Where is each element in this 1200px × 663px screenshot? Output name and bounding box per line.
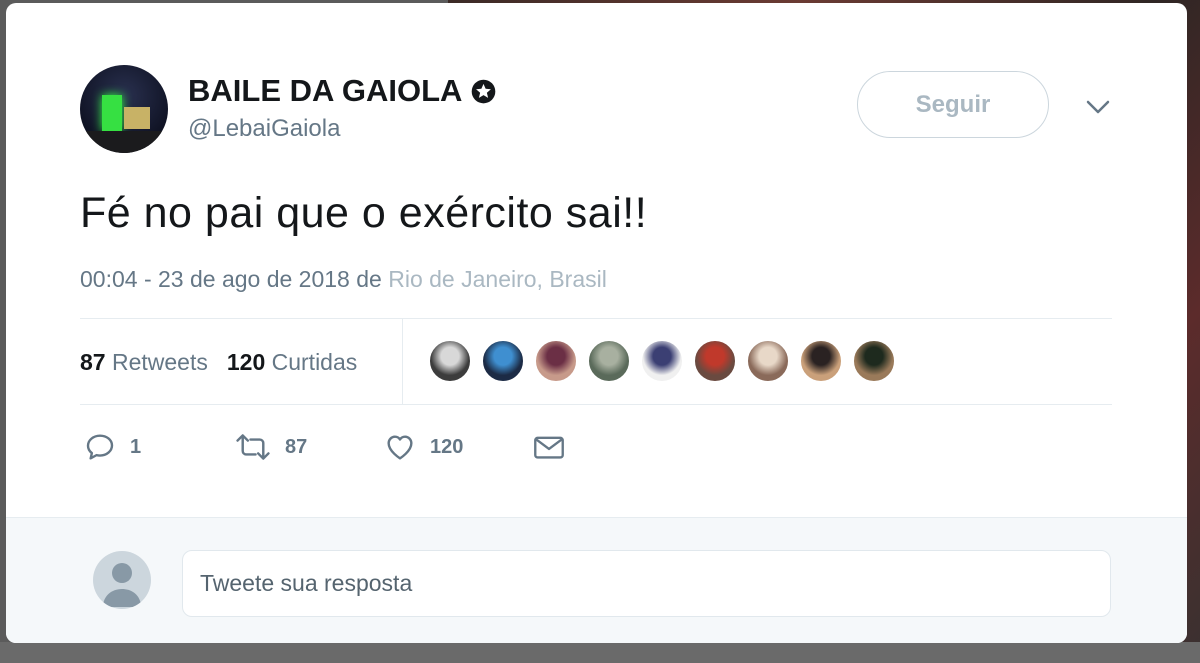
tweet-card: BAILE DA GAIOLA @LebaiGaiola Seguir Fé n… [6,3,1187,643]
avatar-tower-shape [102,95,122,131]
reply-action[interactable]: 1 [84,431,141,463]
author-name[interactable]: BAILE DA GAIOLA [188,73,462,109]
heart-icon [387,435,413,460]
liker-avatar[interactable] [534,339,578,383]
retweet-icon [236,434,270,460]
stats-vertical-divider [402,318,403,404]
author-handle[interactable]: @LebaiGaiola [188,115,340,143]
liker-avatar[interactable] [587,339,631,383]
reply-icon [86,434,114,460]
like-action[interactable]: 120 [384,431,463,463]
retweets-label: Retweets [111,349,208,375]
author-avatar[interactable] [80,65,168,153]
follow-button[interactable]: Seguir [857,71,1049,138]
liker-avatar[interactable] [640,339,684,383]
default-user-icon [103,563,141,607]
author-name-row[interactable]: BAILE DA GAIOLA [188,73,497,109]
avatar-building-shape [124,107,150,129]
liker-avatar[interactable] [428,339,472,383]
liker-avatar[interactable] [481,339,525,383]
tweet-text: Fé no pai que o exército sai!! [80,189,648,237]
user-avatar[interactable] [93,551,151,609]
reply-input[interactable] [182,550,1111,617]
liker-avatar[interactable] [852,339,896,383]
verified-badge-icon [470,78,497,105]
chevron-down-icon[interactable] [1084,97,1112,117]
likes-stat[interactable]: 120 Curtidas [227,349,357,376]
likes-label: Curtidas [271,349,358,375]
retweets-count: 87 [80,349,106,375]
tweet-stats: 87 Retweets 120 Curtidas [80,349,357,376]
retweet-count: 87 [285,435,308,458]
reply-composer [6,517,1187,643]
retweets-stat[interactable]: 87 Retweets [80,349,208,376]
direct-message-action[interactable] [532,431,566,463]
divider-top [80,318,1112,319]
tweet-from-word: de [356,266,382,292]
tweet-metadata: 00:04 - 23 de ago de 2018 de Rio de Jane… [80,266,607,293]
liker-avatar[interactable] [693,339,737,383]
liker-avatar[interactable] [799,339,843,383]
retweet-action[interactable]: 87 [235,431,307,463]
reply-count: 1 [130,435,142,458]
like-count: 120 [430,435,464,458]
avatar-ground-shape [80,131,168,153]
likes-count: 120 [226,349,266,375]
background-bottom [0,642,1200,663]
tweet-location[interactable]: Rio de Janeiro, Brasil [388,266,607,292]
liker-avatars [428,339,896,383]
mail-icon [534,436,564,459]
divider-bottom [80,404,1112,405]
tweet-timestamp[interactable]: 00:04 - 23 de ago de 2018 [80,266,350,292]
liker-avatar[interactable] [746,339,790,383]
